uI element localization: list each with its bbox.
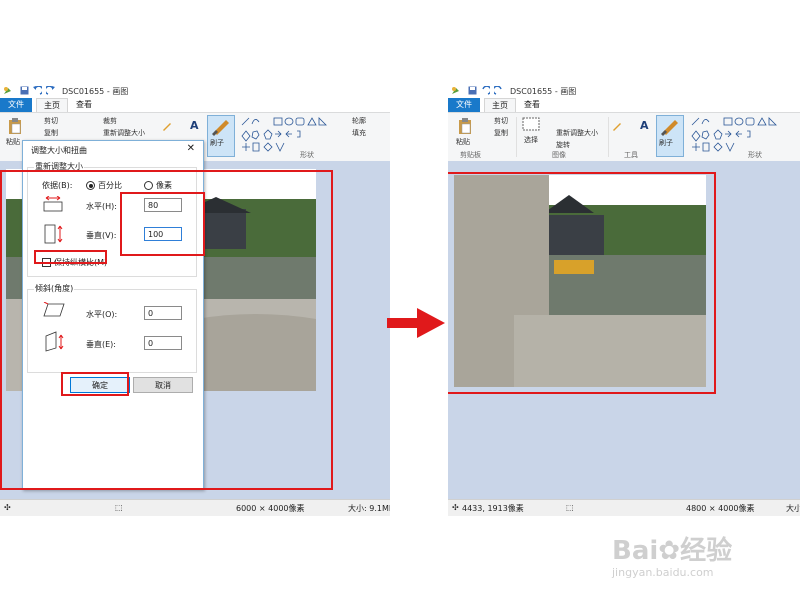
close-icon[interactable]: ✕ bbox=[187, 143, 195, 154]
highlight-result-image bbox=[448, 172, 716, 394]
crop-button[interactable]: 裁剪 bbox=[103, 116, 117, 126]
rotate-button[interactable]: 旋转 bbox=[556, 140, 570, 150]
brush-tool[interactable]: 刷子 bbox=[207, 115, 235, 157]
pencil-icon[interactable] bbox=[162, 121, 172, 133]
status-bar: ✣ ⬚ 6000 × 4000像素 大小: 9.1MB bbox=[0, 499, 390, 516]
fill-button[interactable]: 填充 bbox=[352, 128, 366, 138]
outline-button[interactable]: 轮廓 bbox=[352, 116, 366, 126]
group-label-image: 图像 bbox=[552, 151, 566, 159]
cut-button[interactable]: 剪切 bbox=[44, 116, 58, 126]
tab-view[interactable]: 查看 bbox=[72, 98, 96, 112]
tab-view[interactable]: 查看 bbox=[520, 98, 544, 112]
paint-app-icon bbox=[451, 86, 460, 95]
group-label-tools: 工具 bbox=[624, 151, 638, 159]
status-bar: ✣ 4433, 1913像素 ⬚ 4800 × 4000像素 大小 bbox=[448, 499, 800, 516]
undo-icon[interactable] bbox=[481, 85, 492, 95]
left-paint-window: DSC01655 - 画图 文件 主页 查看 粘贴 剪切 复制 裁剪 重新调整大… bbox=[0, 84, 390, 516]
text-tool-icon[interactable]: A bbox=[190, 119, 199, 132]
copy-button[interactable]: 复制 bbox=[494, 128, 508, 138]
selection-icon: ⬚ bbox=[566, 503, 574, 512]
text-tool-icon[interactable]: A bbox=[640, 119, 649, 132]
paste-icon[interactable] bbox=[458, 117, 472, 137]
ribbon: 粘贴 剪切 复制 剪贴板 选择 重新调整大小 旋转 图像 A 工具 刷子 形状 bbox=[448, 112, 800, 162]
tab-file[interactable]: 文件 bbox=[0, 98, 32, 112]
save-icon[interactable] bbox=[468, 86, 477, 95]
brush-icon bbox=[661, 120, 678, 136]
undo-icon[interactable] bbox=[33, 85, 44, 95]
right-paint-window: DSC01655 - 画图 文件 主页 查看 粘贴 剪切 复制 剪贴板 选择 重… bbox=[448, 84, 800, 516]
move-icon: ✣ bbox=[452, 503, 459, 512]
paint-app-icon bbox=[3, 86, 12, 95]
select-icon[interactable] bbox=[522, 117, 540, 133]
baidu-watermark: Bai✿经验 bbox=[612, 530, 732, 567]
watermark-brand2: 经验 bbox=[680, 536, 733, 566]
highlight-ok-button bbox=[61, 372, 129, 396]
tab-bar: 文件 主页 查看 bbox=[0, 98, 390, 112]
copy-button[interactable]: 复制 bbox=[44, 128, 58, 138]
resize-button[interactable]: 重新调整大小 bbox=[103, 128, 145, 138]
redo-icon[interactable] bbox=[44, 85, 55, 95]
watermark-url: jingyan.baidu.com bbox=[612, 566, 714, 579]
window-title: DSC01655 - 画图 bbox=[510, 87, 577, 96]
watermark-brand: Bai bbox=[612, 536, 659, 566]
highlight-input-values bbox=[120, 192, 205, 256]
group-label-clipboard: 剪贴板 bbox=[460, 151, 481, 159]
pencil-icon[interactable] bbox=[612, 121, 622, 133]
save-icon[interactable] bbox=[20, 86, 29, 95]
title-bar: DSC01655 - 画图 bbox=[448, 84, 800, 98]
title-bar: DSC01655 - 画图 bbox=[0, 84, 390, 98]
shapes-gallery[interactable] bbox=[690, 116, 778, 152]
ribbon-separator bbox=[516, 117, 517, 157]
group-label-shapes: 形状 bbox=[300, 151, 314, 159]
cut-button[interactable]: 剪切 bbox=[494, 116, 508, 126]
move-icon: ✣ bbox=[4, 503, 11, 512]
file-size: 大小 bbox=[786, 504, 800, 513]
brush-label: 刷子 bbox=[659, 139, 673, 147]
brush-label: 刷子 bbox=[210, 139, 224, 147]
image-dimensions: 6000 × 4000像素 bbox=[236, 504, 305, 513]
cursor-coordinates: 4433, 1913像素 bbox=[462, 504, 524, 513]
window-title: DSC01655 - 画图 bbox=[62, 87, 129, 96]
paste-icon[interactable] bbox=[8, 117, 22, 137]
brush-icon bbox=[212, 120, 229, 136]
tab-bar: 文件 主页 查看 bbox=[448, 98, 800, 112]
ribbon-separator bbox=[608, 117, 609, 157]
paw-icon: ✿ bbox=[658, 536, 681, 566]
brush-tool[interactable]: 刷子 bbox=[656, 115, 684, 157]
group-label-shapes: 形状 bbox=[748, 151, 762, 159]
right-arrow-icon bbox=[387, 308, 447, 340]
highlight-keep-ratio bbox=[34, 250, 107, 264]
file-size: 大小: 9.1MB bbox=[348, 504, 390, 513]
tab-home[interactable]: 主页 bbox=[484, 98, 516, 112]
shapes-gallery[interactable] bbox=[240, 116, 328, 152]
resize-button[interactable]: 重新调整大小 bbox=[556, 128, 598, 138]
redo-icon[interactable] bbox=[492, 85, 503, 95]
select-button[interactable]: 选择 bbox=[524, 135, 538, 145]
dialog-title: 调整大小和扭曲 bbox=[31, 146, 87, 155]
selection-icon: ⬚ bbox=[115, 503, 123, 512]
paste-button[interactable]: 粘贴 bbox=[6, 137, 20, 147]
image-dimensions: 4800 × 4000像素 bbox=[686, 504, 755, 513]
tab-home[interactable]: 主页 bbox=[36, 98, 68, 112]
paste-button[interactable]: 粘贴 bbox=[456, 137, 470, 147]
tab-file[interactable]: 文件 bbox=[448, 98, 480, 112]
